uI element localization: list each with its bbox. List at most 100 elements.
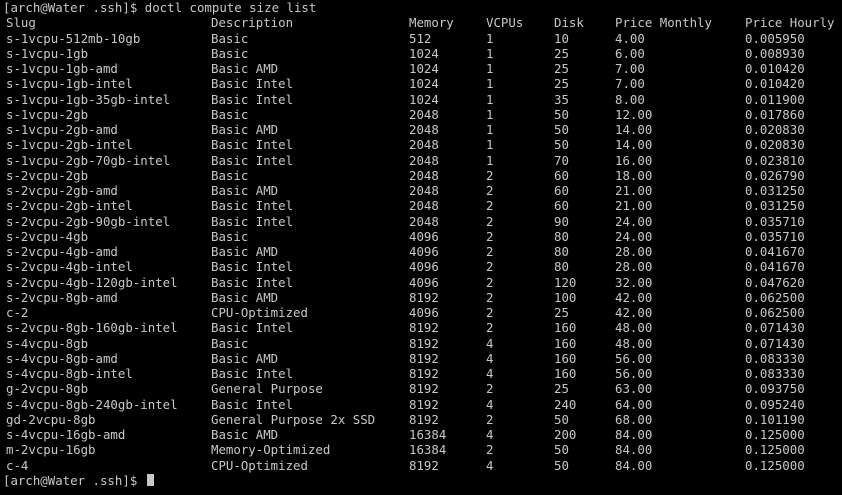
table-row: s-2vcpu-4gb-amd Basic AMD 4096 2 80 28.00 0.04…: [3, 244, 842, 259]
cell-vcpus: 4: [486, 457, 494, 473]
cell-price-monthly: 84.00: [615, 457, 653, 473]
cell-price-hourly: 0.020830: [745, 137, 805, 153]
cell-slug: s-1vcpu-2gb: [6, 106, 89, 122]
cell-price-monthly: 56.00: [615, 350, 653, 366]
table-body: s-1vcpu-512mb-10gb Basic 512 1 10 4.00 0.00595…: [3, 31, 842, 473]
table-row: s-1vcpu-512mb-10gb Basic 512 1 10 4.00 0.00595…: [3, 31, 842, 46]
table-row: s-4vcpu-8gb-intel Basic Intel 8192 4 160 56.0…: [3, 366, 842, 381]
cell-price-monthly: 84.00: [615, 427, 653, 442]
cell-memory: 1024: [409, 45, 439, 61]
cell-slug: s-1vcpu-1gb: [6, 45, 89, 61]
table-row: s-1vcpu-2gb-intel Basic Intel 2048 1 50 14.00…: [3, 137, 842, 152]
cell-price-hourly: 0.071430: [745, 320, 805, 336]
cell-vcpus: 1: [486, 45, 494, 61]
cell-slug: s-2vcpu-4gb-intel: [6, 259, 133, 275]
cell-slug: s-2vcpu-2gb-90gb-intel: [6, 213, 171, 229]
cell-memory: 2048: [409, 106, 439, 122]
cell-vcpus: 1: [486, 137, 494, 153]
table-row: s-2vcpu-8gb-amd Basic AMD 8192 2 100 42.00 0.0…: [3, 290, 842, 305]
cell-slug: s-2vcpu-2gb-amd: [6, 183, 118, 198]
table-row: s-1vcpu-2gb-amd Basic AMD 2048 1 50 14.00 0.02…: [3, 122, 842, 137]
cell-price-hourly: 0.071430: [745, 335, 805, 351]
cell-memory: 4096: [409, 244, 439, 259]
cell-slug: gd-2vcpu-8gb: [6, 411, 96, 427]
cell-price-monthly: 48.00: [615, 335, 653, 351]
cell-price-hourly: 0.008930: [745, 45, 805, 61]
cell-vcpus: 1: [486, 76, 494, 92]
cell-vcpus: 2: [486, 274, 494, 290]
cell-memory: 1024: [409, 61, 439, 76]
table-row: s-2vcpu-2gb-amd Basic AMD 2048 2 60 21.00 0.03…: [3, 183, 842, 198]
cell-memory: 8192: [409, 411, 439, 427]
cell-price-monthly: 7.00: [615, 76, 645, 92]
cell-description: CPU-Optimized: [211, 457, 308, 473]
cell-description: Basic AMD: [211, 183, 279, 198]
cell-description: Memory-Optimized: [211, 442, 331, 458]
cell-memory: 1024: [409, 76, 439, 92]
cell-price-monthly: 24.00: [615, 228, 653, 244]
cell-description: Basic Intel: [211, 152, 294, 168]
cell-price-hourly: 0.035710: [745, 228, 805, 244]
command-line: [arch@Water .ssh]$ doctl compute size li…: [3, 0, 842, 15]
cell-memory: 2048: [409, 137, 439, 153]
table-row: s-1vcpu-1gb-35gb-intel Basic Intel 1024 1 35…: [3, 92, 842, 107]
header-vcpus: VCPUs: [486, 15, 524, 31]
table-row: c-4 CPU-Optimized 8192 4 50 84.00 0.125000: [3, 458, 842, 473]
cell-description: General Purpose: [211, 381, 323, 397]
header-slug: Slug: [6, 15, 36, 31]
cell-memory: 2048: [409, 167, 439, 183]
cell-disk: 60: [554, 198, 569, 214]
cell-disk: 25: [554, 76, 569, 92]
cell-slug: s-1vcpu-1gb-intel: [6, 76, 133, 92]
cell-price-hourly: 0.035710: [745, 213, 805, 229]
cell-price-hourly: 0.125000: [745, 442, 805, 458]
shell-prompt: [arch@Water .ssh]$: [3, 0, 145, 15]
table-row: s-1vcpu-1gb Basic 1024 1 25 6.00 0.008930: [3, 46, 842, 61]
cell-description: Basic Intel: [211, 366, 294, 381]
cell-disk: 10: [554, 30, 569, 46]
header-price-monthly: Price Monthly: [615, 15, 712, 31]
cell-vcpus: 1: [486, 106, 494, 122]
cell-price-hourly: 0.125000: [745, 427, 805, 442]
cell-disk: 80: [554, 259, 569, 275]
table-row: s-4vcpu-8gb Basic 8192 4 160 48.00 0.071430: [3, 336, 842, 351]
cell-vcpus: 2: [486, 228, 494, 244]
cell-price-hourly: 0.031250: [745, 183, 805, 198]
cell-disk: 60: [554, 183, 569, 198]
cell-disk: 25: [554, 61, 569, 76]
cell-disk: 160: [554, 335, 577, 351]
cell-price-monthly: 84.00: [615, 442, 653, 458]
cell-vcpus: 4: [486, 366, 494, 381]
cell-price-hourly: 0.083330: [745, 366, 805, 381]
cell-description: Basic AMD: [211, 61, 279, 76]
cell-description: Basic: [211, 30, 249, 46]
cell-disk: 80: [554, 228, 569, 244]
cell-price-monthly: 18.00: [615, 167, 653, 183]
cell-price-hourly: 0.005950: [745, 30, 805, 46]
cell-disk: 50: [554, 411, 569, 427]
cell-price-monthly: 42.00: [615, 305, 653, 320]
cell-description: Basic Intel: [211, 396, 294, 412]
command-text: doctl compute size list: [144, 0, 317, 15]
terminal-window[interactable]: [arch@Water .ssh]$ doctl compute size li…: [0, 0, 842, 495]
cell-memory: 4096: [409, 274, 439, 290]
cell-vcpus: 2: [486, 305, 494, 320]
cell-disk: 25: [554, 381, 569, 397]
cell-disk: 50: [554, 122, 569, 137]
cell-memory: 8192: [409, 320, 439, 336]
input-line[interactable]: [arch@Water .ssh]$: [3, 473, 842, 488]
table-row: s-2vcpu-8gb-160gb-intel Basic Intel 8192 2 1…: [3, 320, 842, 335]
cell-description: Basic Intel: [211, 198, 294, 214]
cell-memory: 4096: [409, 259, 439, 275]
cell-vcpus: 1: [486, 30, 494, 46]
cell-price-hourly: 0.125000: [745, 457, 805, 473]
cell-vcpus: 2: [486, 183, 494, 198]
cell-description: Basic: [211, 45, 249, 61]
cell-description: Basic AMD: [211, 244, 279, 259]
cell-memory: 8192: [409, 289, 439, 305]
cell-price-monthly: 63.00: [615, 381, 653, 397]
cell-disk: 60: [554, 167, 569, 183]
cell-price-hourly: 0.041670: [745, 244, 805, 259]
cell-memory: 2048: [409, 213, 439, 229]
cell-price-hourly: 0.010420: [745, 76, 805, 92]
